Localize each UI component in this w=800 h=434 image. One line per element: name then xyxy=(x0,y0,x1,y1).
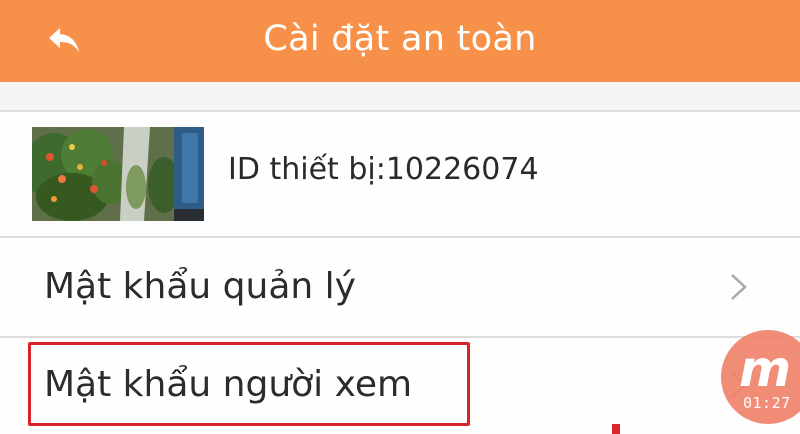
chevron-right-icon xyxy=(731,274,747,300)
annotation-marker xyxy=(612,424,620,434)
viewer-password-label: Mật khẩu người xem xyxy=(44,364,413,405)
top-app-bar: Cài đặt an toàn xyxy=(0,0,800,82)
camera-snapshot-image xyxy=(32,127,204,221)
admin-password-label: Mật khẩu quản lý xyxy=(44,266,356,307)
device-id-text: ID thiết bị:10226074 xyxy=(228,152,539,187)
watermark-timestamp: 01:27 xyxy=(743,394,791,412)
watermark-logo: m xyxy=(739,340,792,398)
camera-thumbnail[interactable] xyxy=(32,127,204,221)
page-title: Cài đặt an toàn xyxy=(263,19,537,59)
section-spacer xyxy=(0,82,800,112)
device-info-row: ID thiết bị:10226074 xyxy=(0,112,800,238)
viewer-password-row[interactable]: Mật khẩu người xem xyxy=(0,338,800,434)
screen: Cài đặt an toàn ID thiết bị:10226074 Mật… xyxy=(0,0,800,434)
admin-password-row[interactable]: Mật khẩu quản lý xyxy=(0,240,800,338)
